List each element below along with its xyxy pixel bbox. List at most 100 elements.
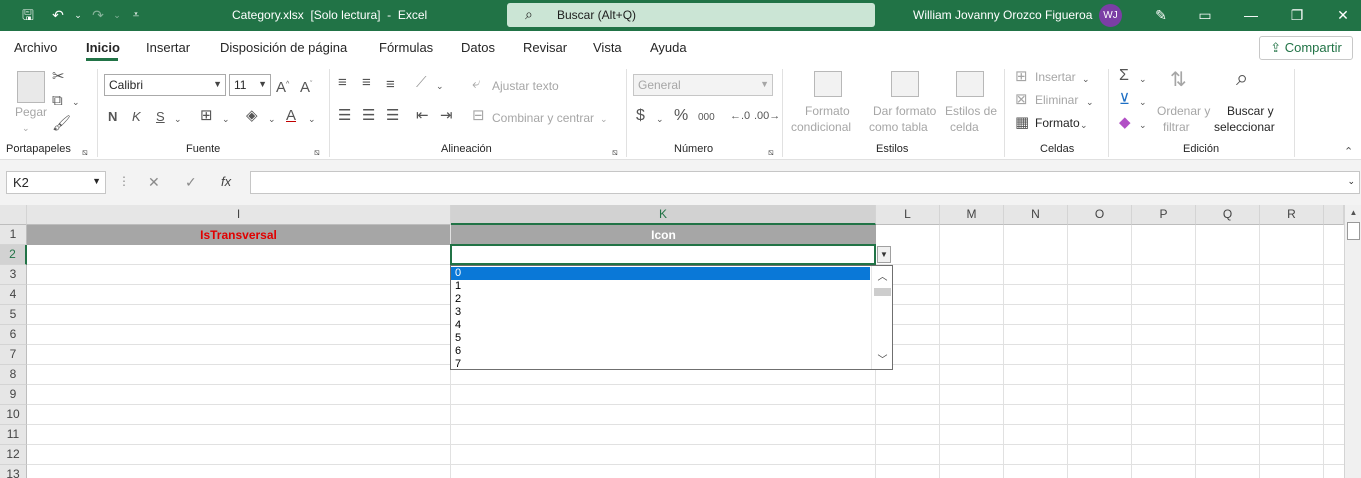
row-header[interactable]: 10 xyxy=(0,405,27,425)
conditional-format-label-1[interactable]: Formato xyxy=(805,104,850,118)
tab-vista[interactable]: Vista xyxy=(593,40,622,55)
currency-dropdown-icon[interactable]: ⌄ xyxy=(656,110,664,128)
font-color-dropdown-icon[interactable]: ⌄ xyxy=(308,110,316,128)
increase-decimal-icon[interactable]: ←.0 xyxy=(730,107,750,125)
cell-styles-label-1[interactable]: Estilos de xyxy=(945,104,997,118)
decrease-decimal-icon[interactable]: .00→ xyxy=(754,107,780,125)
dropdown-option[interactable]: 0 xyxy=(451,267,870,280)
orientation-dropdown-icon[interactable]: ⌄ xyxy=(436,77,444,95)
pen-icon[interactable]: ✎ xyxy=(1150,6,1172,24)
cut-icon[interactable]: ✂ xyxy=(52,68,65,86)
formula-input[interactable]: ⌄ xyxy=(250,171,1360,194)
scroll-up-icon[interactable]: ▲ xyxy=(1347,208,1360,220)
percent-button[interactable]: % xyxy=(674,107,688,125)
borders-icon[interactable]: ⊞ xyxy=(200,107,213,125)
tab-datos[interactable]: Datos xyxy=(461,40,495,55)
row-header[interactable]: 13 xyxy=(0,465,27,478)
underline-dropdown-icon[interactable]: ⌄ xyxy=(174,110,182,128)
bold-button[interactable]: N xyxy=(108,108,117,126)
row-header[interactable]: 1 xyxy=(0,225,27,245)
find-select-label-2[interactable]: seleccionar xyxy=(1214,120,1275,134)
delete-dropdown-icon[interactable]: ⌄ xyxy=(1086,93,1094,111)
customize-toolbar-icon[interactable]: ⩡ xyxy=(126,6,146,24)
row-header[interactable]: 3 xyxy=(0,265,27,285)
format-painter-icon[interactable]: 🖌 xyxy=(52,115,71,133)
decrease-indent-icon[interactable]: ⇤ xyxy=(416,107,429,125)
undo-dropdown-icon[interactable]: ⌄ xyxy=(68,6,88,24)
align-top-icon[interactable]: ≡ xyxy=(338,74,347,92)
row-header[interactable]: 8 xyxy=(0,365,27,385)
paste-dropdown-icon[interactable]: ⌄ xyxy=(22,119,30,137)
insert-dropdown-icon[interactable]: ⌄ xyxy=(1082,70,1090,88)
dropdown-option[interactable]: 6 xyxy=(451,345,870,358)
tab-insertar[interactable]: Insertar xyxy=(146,40,190,55)
row-header[interactable]: 7 xyxy=(0,345,27,365)
column-header-i[interactable]: I xyxy=(27,205,451,225)
align-center-icon[interactable]: ☰ xyxy=(362,107,375,125)
italic-button[interactable]: K xyxy=(132,108,141,126)
column-header-r[interactable]: R xyxy=(1260,205,1324,225)
close-icon[interactable]: ✕ xyxy=(1332,6,1354,24)
ribbon-display-icon[interactable]: ▭ xyxy=(1194,6,1216,24)
cell-k1[interactable]: Icon xyxy=(451,225,876,245)
scroll-thumb[interactable] xyxy=(1347,222,1360,240)
vertical-scrollbar[interactable]: ▲ xyxy=(1344,205,1361,478)
decrease-font-icon[interactable]: Aˇ xyxy=(300,76,312,97)
autosum-dropdown-icon[interactable]: ⌄ xyxy=(1139,70,1147,88)
tab-inicio[interactable]: Inicio xyxy=(86,40,120,55)
dropdown-option[interactable]: 7 xyxy=(451,358,870,369)
tab-disposicion[interactable]: Disposición de página xyxy=(220,40,347,55)
column-header-k[interactable]: K xyxy=(451,205,876,225)
copy-icon[interactable]: ⧉ xyxy=(52,92,63,110)
expand-formula-icon[interactable]: ⌄ xyxy=(1347,176,1355,187)
scroll-thumb[interactable] xyxy=(874,288,891,296)
insert-function-button[interactable]: fx xyxy=(221,174,231,189)
alineacion-launcher-icon[interactable]: ⧅ xyxy=(612,143,618,161)
enter-icon[interactable]: ✓ xyxy=(185,174,197,191)
chevron-down-icon[interactable]: ﹀ xyxy=(872,351,892,366)
find-select-icon[interactable]: ⌕ xyxy=(1236,67,1248,89)
row-header[interactable]: 9 xyxy=(0,385,27,405)
conditional-format-label-2[interactable]: condicional xyxy=(791,120,851,134)
align-middle-icon[interactable]: ≡ xyxy=(362,74,371,92)
font-name-select[interactable]: Calibri ▼ xyxy=(104,74,226,96)
cell-i1[interactable]: IsTransversal xyxy=(27,225,450,245)
fill-icon[interactable]: ⊻ xyxy=(1119,91,1130,109)
minimize-icon[interactable]: — xyxy=(1240,6,1262,24)
underline-button[interactable]: S xyxy=(156,108,165,126)
chevron-up-icon[interactable]: ︿ xyxy=(872,268,892,283)
column-header-o[interactable]: O xyxy=(1068,205,1132,225)
currency-button[interactable]: $ xyxy=(636,107,645,125)
clear-icon[interactable]: ◆ xyxy=(1119,114,1131,132)
cancel-icon[interactable]: ✕ xyxy=(148,174,160,191)
find-select-label-1[interactable]: Buscar y xyxy=(1227,104,1274,118)
row-header[interactable]: 12 xyxy=(0,445,27,465)
name-box[interactable]: K2 ▼ xyxy=(6,171,106,194)
column-header-n[interactable]: N xyxy=(1004,205,1068,225)
restore-icon[interactable]: ❐ xyxy=(1286,6,1308,24)
column-header-p[interactable]: P xyxy=(1132,205,1196,225)
format-cells-icon[interactable]: ▦ xyxy=(1015,114,1029,132)
fuente-launcher-icon[interactable]: ⧅ xyxy=(314,143,320,161)
format-as-table-label-2[interactable]: como tabla xyxy=(869,120,928,134)
numero-launcher-icon[interactable]: ⧅ xyxy=(768,143,774,161)
dropdown-option[interactable]: 5 xyxy=(451,332,870,345)
select-all-corner[interactable] xyxy=(0,205,27,225)
validation-dropdown-list[interactable]: 76543210 ︿ ﹀ xyxy=(450,265,893,370)
active-cell-k2[interactable] xyxy=(450,244,876,265)
tab-revisar[interactable]: Revisar xyxy=(523,40,567,55)
row-header[interactable]: 6 xyxy=(0,325,27,345)
increase-indent-icon[interactable]: ⇥ xyxy=(440,107,453,125)
tab-formulas[interactable]: Fórmulas xyxy=(379,40,433,55)
row-header[interactable]: 5 xyxy=(0,305,27,325)
tab-ayuda[interactable]: Ayuda xyxy=(650,40,687,55)
format-cells-button[interactable]: Formato xyxy=(1035,116,1080,130)
dropdown-option[interactable]: 2 xyxy=(451,293,870,306)
fill-color-dropdown-icon[interactable]: ⌄ xyxy=(268,110,276,128)
dropdown-option[interactable]: 1 xyxy=(451,280,870,293)
align-left-icon[interactable]: ☰ xyxy=(338,107,351,125)
format-as-table-label-1[interactable]: Dar formato xyxy=(873,104,936,118)
search-box[interactable]: ⌕ Buscar (Alt+Q) xyxy=(507,3,875,27)
validation-dropdown-button[interactable]: ▼ xyxy=(877,246,891,263)
autosum-icon[interactable]: Σ xyxy=(1119,67,1129,85)
